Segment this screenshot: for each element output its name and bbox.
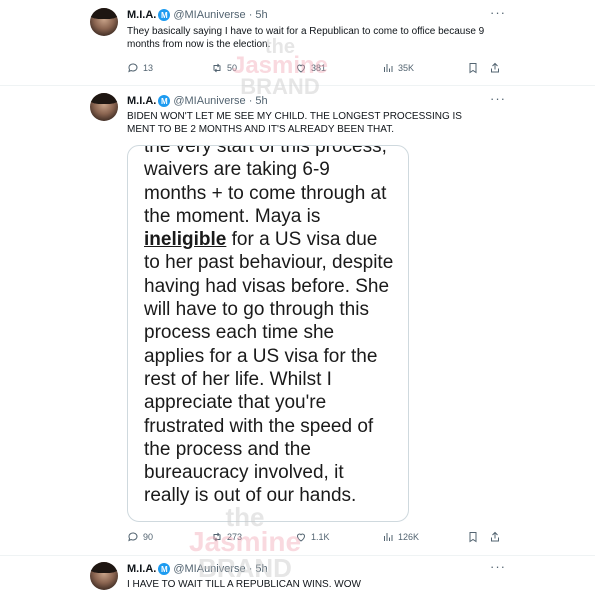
views-count: 126K (398, 532, 420, 542)
views-button[interactable]: 126K (382, 531, 419, 543)
author-name[interactable]: M.I.A. (127, 95, 156, 107)
share-button[interactable] (489, 62, 501, 74)
bookmark-button[interactable] (467, 62, 479, 74)
heart-icon (296, 533, 306, 542)
share-icon (491, 62, 499, 73)
repost-icon (213, 532, 221, 542)
handle-time[interactable]: @MIAuniverse · 5h (173, 9, 267, 21)
reply-button[interactable]: 13 (127, 62, 153, 74)
repost-button[interactable]: 273 (211, 531, 242, 543)
author-name[interactable]: M.I.A. (127, 563, 156, 575)
share-icon (491, 531, 499, 542)
tweet-image[interactable]: the very start of this process, waivers a… (127, 145, 409, 522)
views-count: 35K (398, 63, 415, 73)
action-bar: 90 273 1.1K 126K (127, 531, 502, 547)
repost-count: 273 (227, 532, 243, 542)
tweet-divider (0, 85, 595, 86)
bookmark-icon (469, 532, 477, 543)
tweet-header: M.I.A. M @MIAuniverse · 5h (127, 95, 268, 107)
image-text-part-2: for a US visa due to her past behaviour,… (144, 229, 394, 507)
more-options-icon[interactable]: ··· (490, 559, 506, 574)
tweet-text: They basically saying I have to wait for… (127, 26, 485, 50)
views-icon (384, 533, 393, 541)
like-button[interactable]: 1.1K (295, 531, 330, 543)
verified-badge-icon: M (158, 563, 171, 575)
repost-icon (213, 63, 221, 73)
repost-button[interactable]: 50 (211, 62, 237, 74)
action-bar: 13 50 381 35K (127, 62, 502, 78)
author-name[interactable]: M.I.A. (127, 9, 156, 21)
image-text: the very start of this process, waivers a… (144, 145, 394, 508)
reply-icon (128, 63, 138, 73)
reply-button[interactable]: 90 (127, 531, 153, 543)
image-text-top-line: the very start of this process, (144, 145, 387, 157)
image-text-part-1: waivers are taking 6-9 months + to come … (144, 159, 387, 227)
tweet-divider (0, 555, 595, 556)
reply-icon (128, 532, 138, 542)
avatar[interactable] (90, 562, 118, 590)
avatar[interactable] (90, 93, 118, 121)
bookmark-button[interactable] (467, 531, 479, 543)
image-text-emphasis: ineligible (144, 229, 227, 251)
tweet-header: M.I.A. M @MIAuniverse · 5h (127, 9, 268, 21)
repost-count: 50 (227, 63, 238, 73)
avatar[interactable] (90, 8, 118, 36)
share-button[interactable] (489, 531, 501, 543)
verified-badge-icon: M (158, 95, 171, 107)
like-button[interactable]: 381 (295, 62, 326, 74)
tweet-header: M.I.A. M @MIAuniverse · 5h (127, 563, 268, 575)
tweet-text: BIDEN WON'T LET ME SEE MY CHILD. THE LON… (127, 111, 462, 135)
more-options-icon[interactable]: ··· (490, 5, 506, 20)
verified-badge-icon: M (158, 9, 171, 21)
views-icon (384, 64, 393, 72)
like-count: 1.1K (311, 532, 330, 542)
views-button[interactable]: 35K (382, 62, 414, 74)
tweet-text: I HAVE TO WAIT TILL A REPUBLICAN WINS. W… (127, 579, 361, 590)
reply-count: 13 (143, 63, 154, 73)
bookmark-icon (469, 63, 477, 74)
more-options-icon[interactable]: ··· (490, 91, 506, 106)
handle-time[interactable]: @MIAuniverse · 5h (173, 95, 267, 107)
reply-count: 90 (143, 532, 154, 542)
like-count: 381 (311, 63, 327, 73)
heart-icon (296, 64, 306, 73)
handle-time[interactable]: @MIAuniverse · 5h (173, 563, 267, 575)
